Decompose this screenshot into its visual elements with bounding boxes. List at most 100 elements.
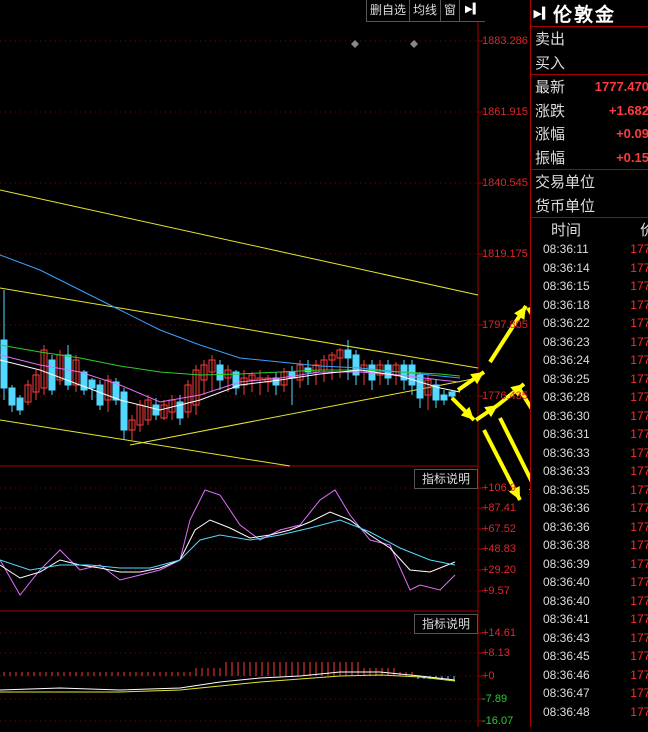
latest-label: 最新: [535, 79, 566, 97]
tick-row: 08:36:39 1777: [531, 555, 648, 574]
candle-body: [416, 374, 424, 399]
tick-row: 08:36:22 1777: [531, 314, 648, 333]
tick-row: 08:36:33 1777: [531, 444, 648, 463]
price-axis-label: 1776.435: [482, 390, 528, 402]
tick-row: 08:36:35 1777: [531, 481, 648, 500]
tick-time: 08:36:33: [543, 464, 590, 479]
tick-price: 1777: [630, 649, 648, 664]
candle-body: [120, 391, 128, 431]
candle-body: [0, 339, 8, 389]
tick-time: 08:36:47: [543, 686, 590, 701]
tick-time: 08:36:40: [543, 575, 590, 590]
tick-price: 1777: [630, 704, 648, 719]
arrow-right-icon[interactable]: ▶▍: [459, 0, 486, 22]
tick-time: 08:36:45: [543, 649, 590, 664]
tick-price: 1777: [630, 334, 648, 349]
tick-price: 1777: [630, 445, 648, 460]
indicator-axis-label: -16.07: [482, 715, 514, 727]
indicator-info-button[interactable]: 指标说明: [414, 614, 478, 634]
tick-price: 1777: [630, 242, 648, 257]
tick-row: 08:36:30 1777: [531, 407, 648, 426]
tick-row: 08:36:11 1777: [531, 240, 648, 259]
trendline: [0, 419, 291, 467]
candle-body: [288, 371, 296, 379]
trendline: [0, 189, 479, 296]
tick-row: 08:36:41 1777: [531, 610, 648, 629]
tick-time: 08:36:46: [543, 667, 590, 682]
indicator-axis-label: +106.9: [482, 482, 516, 494]
tick-row: 08:36:15 1777: [531, 277, 648, 296]
tick-price: 1777: [630, 408, 648, 423]
kline-chart-area[interactable]: 删自选 均线 窗 ▶▍ 1883.286 1861.915 1840.545 1…: [0, 0, 598, 727]
tick-time: 08:36:18: [543, 297, 590, 312]
tick-time: 08:36:28: [543, 390, 590, 405]
indicator-axis-label: +29.20: [482, 564, 516, 576]
price-axis-label: 1797.805: [482, 319, 528, 331]
tick-row: 08:36:40 1777: [531, 573, 648, 592]
latest-row: 最新 1777.470: [531, 75, 648, 99]
tick-time: 08:36:39: [543, 556, 590, 571]
tick-price: 1777: [630, 297, 648, 312]
trendline: [0, 287, 479, 369]
tick-price: 1777: [630, 390, 648, 405]
change-pct-value: +0.09: [616, 126, 648, 142]
tick-row: 08:36:33 1776: [531, 462, 648, 481]
price-axis-label: 1819.175: [482, 248, 528, 260]
quote-panel-header: ▶▍ 伦敦金: [531, 0, 648, 27]
tick-time: 08:36:40: [543, 593, 590, 608]
tick-price: 1777: [630, 501, 648, 516]
tick-row: 08:36:47 1777: [531, 684, 648, 703]
tick-row: 08:36:23 1777: [531, 333, 648, 352]
arrow-icon: [518, 388, 594, 507]
tick-time: 08:36:15: [543, 279, 590, 294]
tick-time: 08:36:14: [543, 260, 590, 275]
sell-label: 卖出: [535, 31, 566, 49]
ma-line-button[interactable]: 均线: [409, 0, 441, 22]
arrow-right-icon[interactable]: ▶▍: [531, 7, 553, 20]
tick-time: 08:36:11: [543, 242, 589, 257]
candle-body: [16, 397, 24, 411]
tick-price: 1777: [630, 371, 648, 386]
tick-time: 08:36:41: [543, 612, 590, 627]
indicator-axis-label: +67.52: [482, 523, 516, 535]
tick-price: 1777: [630, 630, 648, 645]
candle-body: [448, 391, 456, 397]
tick-time: 08:36:22: [543, 316, 590, 331]
candle-body: [8, 387, 16, 406]
change-pct-row: 涨幅 +0.09: [531, 122, 648, 146]
change-label: 涨跌: [535, 102, 566, 120]
indicator-line: [0, 511, 456, 579]
tick-time: 08:36:33: [543, 445, 590, 460]
tick-time: 08:36:36: [543, 501, 590, 516]
tick-price: 1777: [630, 482, 648, 497]
change-row: 涨跌 +1.682: [531, 99, 648, 123]
price-axis-label: 1883.286: [482, 35, 528, 47]
delete-favorite-button[interactable]: 删自选: [366, 0, 410, 22]
indicator-line: [0, 671, 456, 691]
candle-body: [96, 384, 104, 406]
tick-price: 1777: [630, 279, 648, 294]
tick-row: 08:36:36 1777: [531, 499, 648, 518]
indicator-axis-label: -7.89: [482, 693, 508, 705]
tick-list[interactable]: 08:36:11177708:36:14177708:36:15177708:3…: [531, 240, 648, 721]
tick-row: 08:36:40 1777: [531, 592, 648, 611]
buy-row: 买入: [531, 51, 648, 75]
tick-time: 08:36:23: [543, 334, 590, 349]
tick-row: 08:36:46 1777: [531, 666, 648, 685]
tick-time: 08:36:25: [543, 371, 590, 386]
tick-row: 08:36:24 1777: [531, 351, 648, 370]
amplitude-value: +0.15: [616, 149, 648, 165]
price-axis-label: 1840.545: [482, 177, 528, 189]
window-button[interactable]: 窗: [440, 0, 460, 22]
tick-price: 1777: [630, 593, 648, 608]
tick-time: 08:36:36: [543, 519, 590, 534]
currency-unit-row: 货币单位: [531, 194, 648, 218]
tick-row: 08:36:43 1777: [531, 629, 648, 648]
indicator-info-button[interactable]: 指标说明: [414, 469, 478, 489]
tick-price: 1776: [630, 464, 648, 479]
indicator-axis-label: +48.83: [482, 543, 516, 555]
trade-unit-row: 交易单位: [531, 170, 648, 194]
ticks-price-header: 价: [640, 219, 648, 240]
marker-icon: [410, 40, 418, 48]
indicator-axis-label: +87.41: [482, 502, 516, 514]
